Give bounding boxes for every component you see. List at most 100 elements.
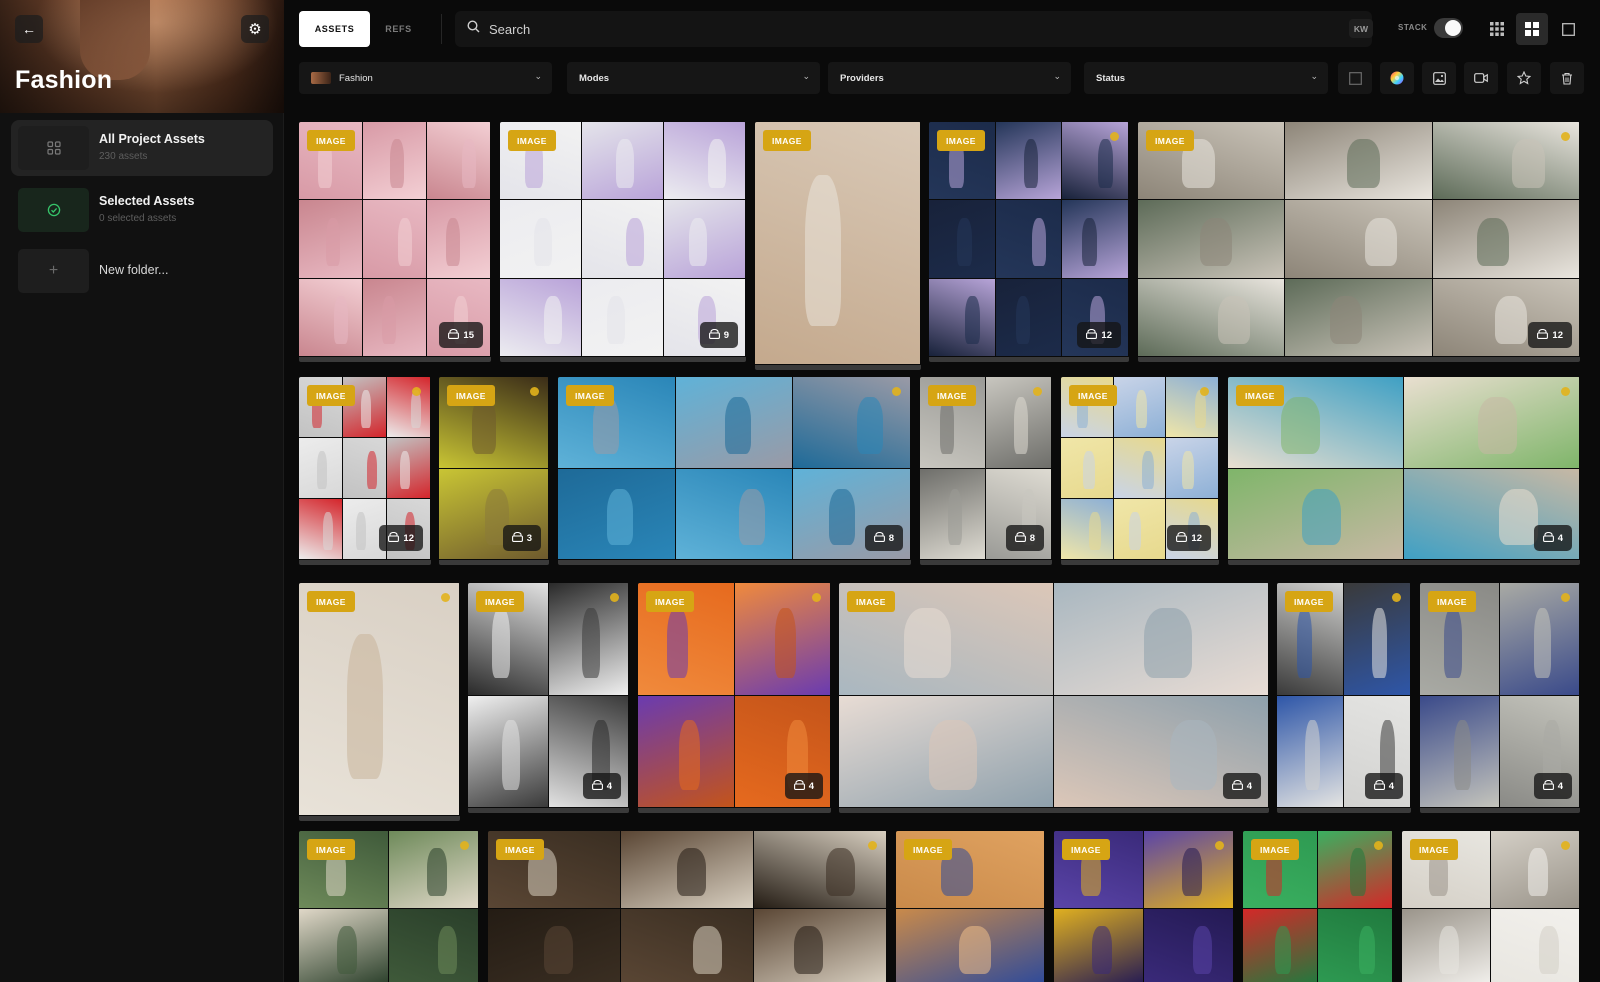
subject-figure	[903, 607, 951, 678]
subject-figure	[347, 634, 383, 779]
select-all-button[interactable]	[1338, 62, 1372, 94]
asset-tile[interactable]: IMAGE 4	[468, 583, 629, 813]
asset-tile[interactable]: IMAGE 12	[1061, 377, 1219, 565]
providers-filter-dropdown[interactable]: Providers ⌄	[828, 62, 1071, 94]
status-dot	[1561, 593, 1570, 602]
subject-figure	[1013, 397, 1029, 454]
subject-figure	[534, 217, 553, 267]
asset-thumbnail	[1138, 278, 1285, 356]
status-dot	[1374, 841, 1383, 850]
asset-tile[interactable]: IMAGE 15	[299, 122, 491, 362]
asset-tile[interactable]: IMAGE 4	[638, 583, 831, 813]
stack-count-button[interactable]: 8	[1005, 525, 1044, 551]
asset-tile[interactable]: IMAGE	[299, 831, 479, 982]
stack-count-button[interactable]: 4	[784, 773, 823, 799]
new-folder-button[interactable]: + New folder...	[11, 243, 273, 299]
subject-figure	[544, 295, 563, 345]
asset-thumbnail	[929, 200, 995, 278]
stack-count-button[interactable]: 4	[1533, 525, 1572, 551]
asset-tile[interactable]: IMAGE 4	[1277, 583, 1411, 813]
asset-tile[interactable]: IMAGE 4	[839, 583, 1269, 813]
asset-thumbnail	[1420, 695, 1499, 807]
single-view-button[interactable]	[1552, 13, 1584, 45]
sidebar-item-selected-assets[interactable]: Selected Assets 0 selected assets	[11, 182, 273, 238]
subject-figure	[1142, 451, 1154, 490]
asset-thumbnail	[675, 377, 793, 468]
subject-figure	[947, 488, 963, 546]
project-filter-dropdown[interactable]: Fashion ⌄	[299, 62, 552, 94]
subject-figure	[1444, 607, 1462, 678]
asset-thumbnail	[1277, 695, 1343, 807]
color-filter-button[interactable]	[1380, 62, 1414, 94]
asset-tile[interactable]: IMAGE	[1054, 831, 1234, 982]
asset-tile[interactable]: IMAGE	[299, 583, 460, 821]
settings-button[interactable]: ⚙	[241, 15, 269, 43]
stack-count-button[interactable]: 15	[439, 322, 483, 348]
asset-tile[interactable]: IMAGE 12	[929, 122, 1129, 362]
asset-tile[interactable]: IMAGE	[1402, 831, 1580, 982]
stack-count-button[interactable]: 8	[864, 525, 903, 551]
asset-tile[interactable]: IMAGE 3	[439, 377, 549, 565]
stack-count-button[interactable]: 12	[1167, 525, 1211, 551]
stack-count: 4	[1557, 532, 1563, 544]
stack-count-button[interactable]: 12	[1077, 322, 1121, 348]
asset-thumbnail	[299, 583, 459, 815]
stack-icon	[1086, 328, 1098, 342]
asset-tile[interactable]: IMAGE	[896, 831, 1045, 982]
delete-button[interactable]	[1550, 62, 1584, 94]
stack-count: 4	[1246, 780, 1252, 792]
asset-thumbnail	[582, 278, 663, 356]
stack-count-button[interactable]: 12	[379, 525, 423, 551]
stack-count-button[interactable]: 12	[1528, 322, 1572, 348]
stack-count-button[interactable]: 3	[502, 525, 541, 551]
asset-tile[interactable]: IMAGE 4	[1420, 583, 1580, 813]
tab-assets[interactable]: ASSETS	[299, 11, 370, 47]
back-button[interactable]: ←	[15, 15, 43, 43]
stack-count-button[interactable]: 9	[699, 322, 738, 348]
trash-icon	[1562, 72, 1572, 85]
subject-figure	[410, 390, 421, 429]
asset-thumbnail	[387, 377, 430, 437]
asset-tile[interactable]: IMAGE 12	[1138, 122, 1580, 362]
modes-filter-dropdown[interactable]: Modes ⌄	[567, 62, 820, 94]
tab-refs[interactable]: REFS	[370, 11, 427, 47]
stack-count-button[interactable]: 4	[582, 773, 621, 799]
search-input[interactable]	[485, 11, 1285, 47]
stack-count-button[interactable]: 4	[1222, 773, 1261, 799]
image-filter-button[interactable]	[1422, 62, 1456, 94]
subject-figure	[1453, 720, 1472, 790]
subject-figure	[775, 607, 797, 678]
stack-count: 12	[1552, 329, 1563, 341]
asset-tile[interactable]: IMAGE 4	[1228, 377, 1580, 565]
asset-tile[interactable]: IMAGE 8	[920, 377, 1052, 565]
small-grid-view-button[interactable]	[1481, 13, 1513, 45]
asset-tile[interactable]: IMAGE	[488, 831, 887, 982]
subject-figure	[1089, 512, 1102, 551]
media-type-badge: IMAGE	[307, 591, 355, 612]
subject-figure	[1217, 295, 1250, 345]
gear-icon: ⚙	[248, 21, 262, 38]
media-type-badge: IMAGE	[928, 385, 976, 406]
asset-thumbnail	[621, 908, 753, 982]
asset-thumbnail	[582, 122, 663, 200]
video-filter-button[interactable]	[1464, 62, 1498, 94]
subject-figure	[929, 720, 977, 790]
subject-figure	[1499, 488, 1538, 546]
asset-tile[interactable]: IMAGE 8	[558, 377, 911, 565]
asset-tile[interactable]: IMAGE 12	[299, 377, 431, 565]
favorites-filter-button[interactable]	[1507, 62, 1541, 94]
subject-figure	[1297, 607, 1312, 678]
asset-tile[interactable]: IMAGE	[1243, 831, 1393, 982]
asset-thumbnail	[1491, 908, 1579, 982]
status-filter-dropdown[interactable]: Status ⌄	[1084, 62, 1328, 94]
stack-count-button[interactable]: 4	[1533, 773, 1572, 799]
asset-thumbnail	[1144, 908, 1233, 982]
sidebar-item-all-assets[interactable]: All Project Assets 230 assets	[11, 120, 273, 176]
keyword-search-toggle[interactable]: KW	[1349, 19, 1373, 38]
asset-tile[interactable]: IMAGE	[755, 122, 921, 370]
stack-count-button[interactable]: 4	[1364, 773, 1403, 799]
stack-toggle[interactable]	[1434, 18, 1463, 38]
asset-tile[interactable]: IMAGE 9	[500, 122, 746, 362]
subject-figure	[1512, 139, 1545, 188]
large-grid-view-button[interactable]	[1516, 13, 1548, 45]
